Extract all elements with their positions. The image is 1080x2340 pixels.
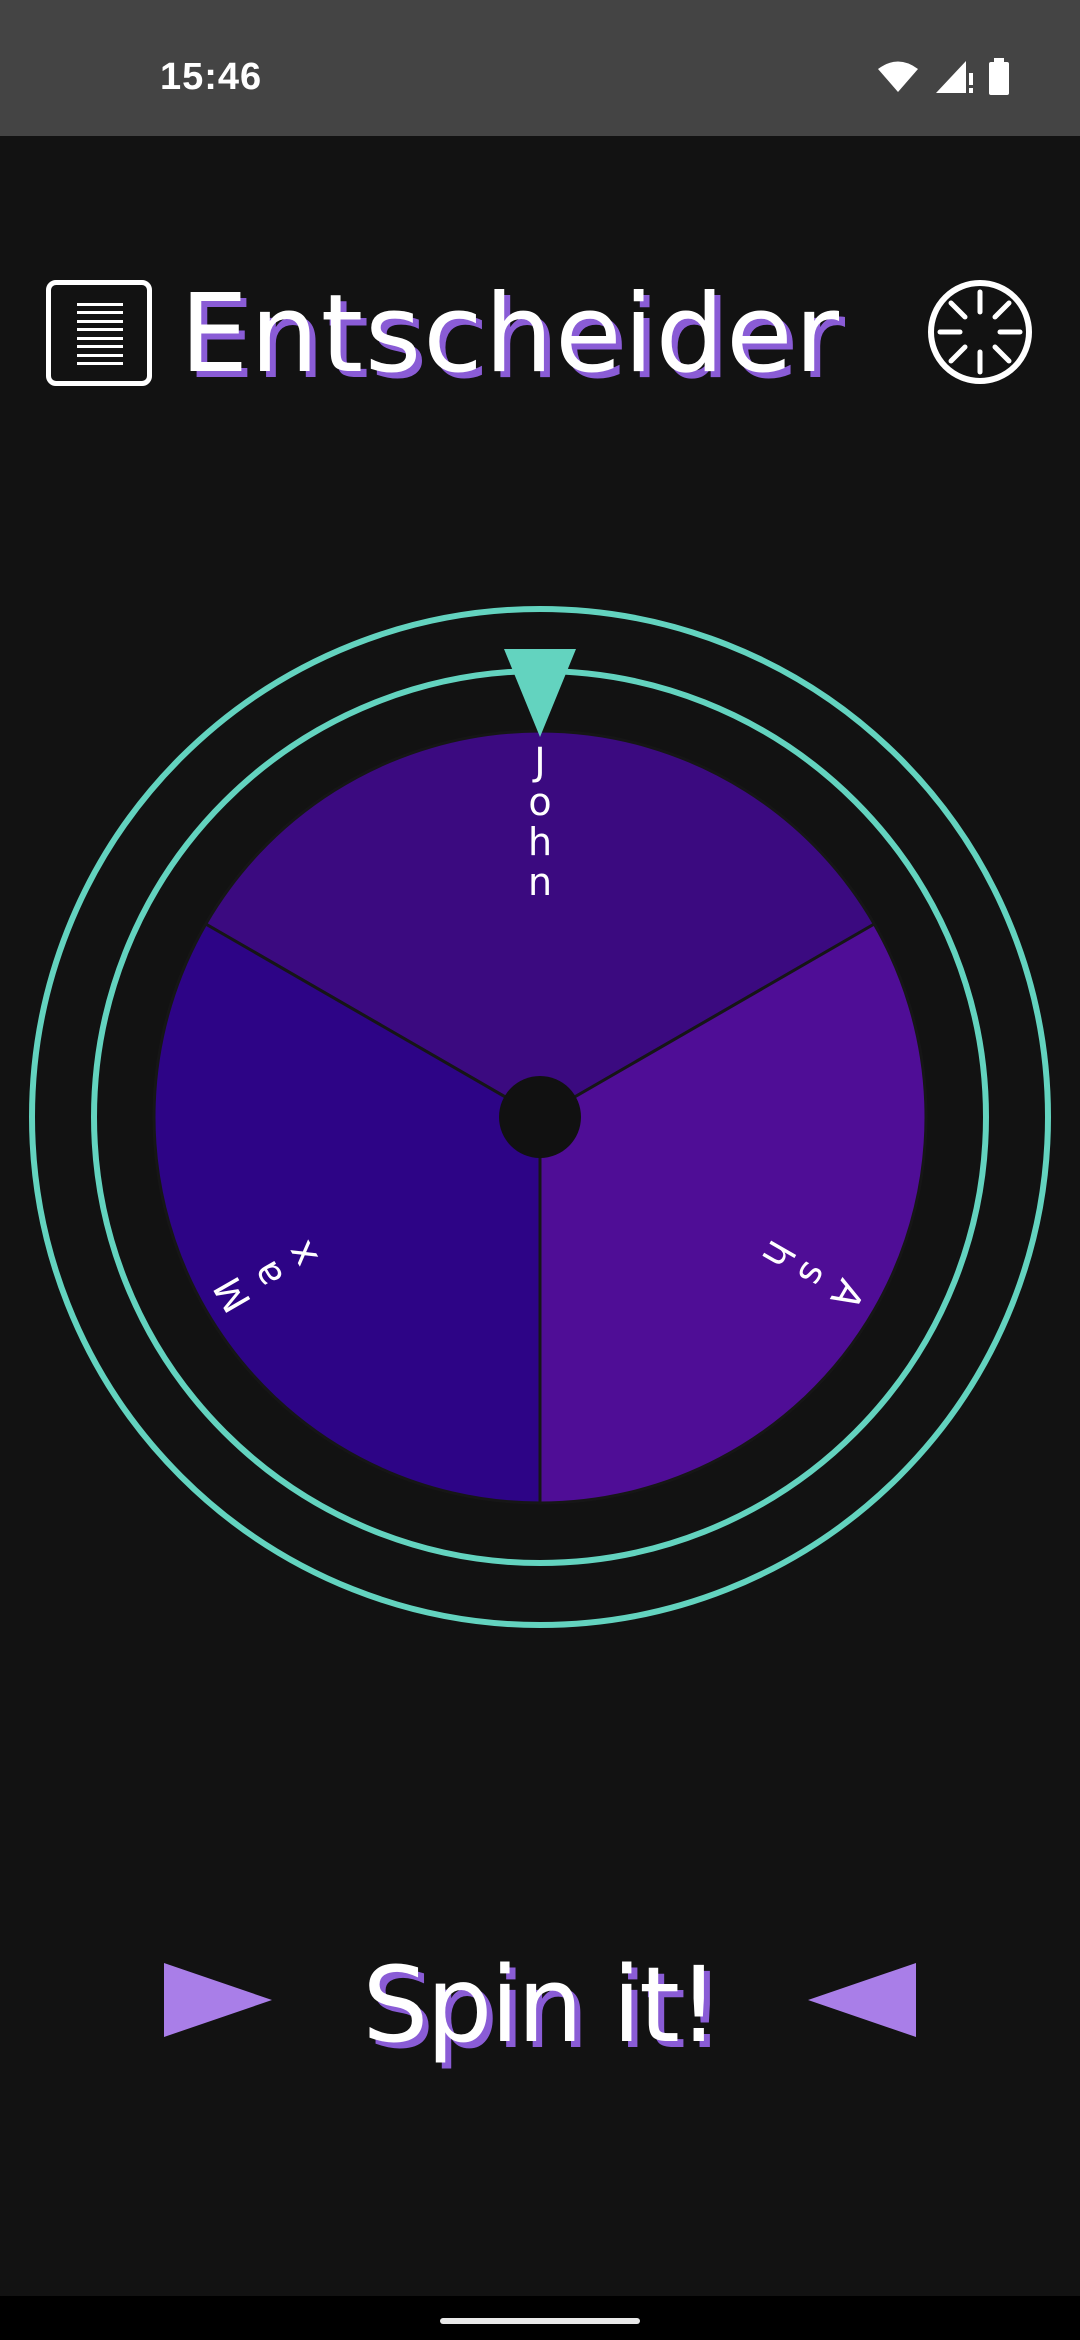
signal-icon — [936, 61, 973, 93]
list-menu-button[interactable] — [46, 280, 152, 386]
spin-button[interactable]: Spin it! — [340, 1940, 740, 2070]
wifi-icon — [878, 61, 918, 92]
status-bar: 15:46 — [0, 0, 1080, 136]
wheel-pointer-icon — [504, 649, 576, 737]
battery-icon — [989, 58, 1009, 95]
app-title: Entscheider — [180, 272, 841, 397]
app-header: Entscheider — [0, 270, 1080, 400]
decision-wheel-area: Jo h n Ash Max — [0, 600, 1080, 1650]
decision-wheel[interactable]: Jo h nAshMax — [0, 600, 1080, 1650]
home-gesture-handle[interactable] — [440, 2318, 640, 2324]
play-right-arrow-icon[interactable] — [164, 1963, 272, 2037]
play-left-arrow-icon[interactable] — [808, 1963, 916, 2037]
status-time: 15:46 — [160, 56, 263, 98]
spinner-settings-button[interactable] — [926, 278, 1034, 386]
list-icon — [77, 303, 123, 365]
status-icons — [876, 58, 1010, 96]
gesture-nav-bar — [0, 2296, 1080, 2340]
wheel-hub — [499, 1076, 581, 1158]
loading-spinner-icon — [928, 280, 1032, 384]
spin-controls: Spin it! — [0, 1940, 1080, 2070]
